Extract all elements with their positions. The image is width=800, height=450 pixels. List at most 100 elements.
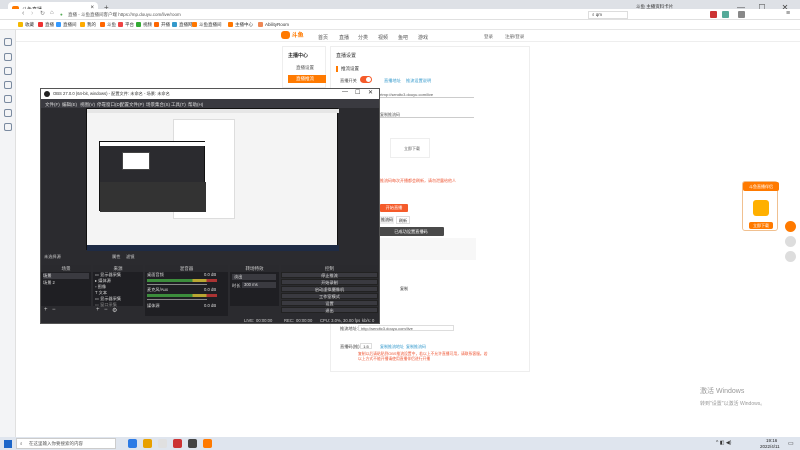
virtual-camera-button[interactable]: 启动虚拟摄像机 <box>281 286 378 292</box>
qr-card-label[interactable]: 立即下载 <box>404 146 420 152</box>
exit-button[interactable]: 退出 <box>281 307 378 313</box>
tray-icons[interactable]: ^ ◧ ◀) <box>716 440 731 446</box>
bookmark-item[interactable]: 收藏 <box>18 21 34 29</box>
home-icon[interactable]: ⌂ <box>50 10 54 16</box>
taskbar-app-icon[interactable] <box>128 439 137 448</box>
mixer-channel-level: 0.0 dB <box>204 272 217 277</box>
bookmark-item[interactable]: AbilityRoom <box>258 21 289 29</box>
studio-mode-button[interactable]: 工作室模式 <box>281 293 378 299</box>
nav-category[interactable]: 分类 <box>358 34 368 41</box>
clock-time[interactable]: 19:16 <box>766 438 777 443</box>
filters-button[interactable]: 滤镜 <box>126 254 134 260</box>
reload-icon[interactable]: ↻ <box>40 10 45 17</box>
remove-source-icon[interactable]: − <box>104 307 108 313</box>
no-source-label: 未选择源 <box>44 254 61 259</box>
bookmark-item[interactable]: 斗鱼直播间 <box>192 21 222 29</box>
bookmark-item[interactable]: 直播网 <box>172 21 193 29</box>
obs-maximize[interactable]: ☐ <box>355 89 360 96</box>
bottom-link-copy-url[interactable]: 复制推流地址 <box>380 344 404 350</box>
scene-item[interactable]: 场景 <box>43 273 89 279</box>
obs-close[interactable]: ✕ <box>368 89 373 96</box>
windows-start-icon[interactable] <box>4 440 12 448</box>
nav-live[interactable]: 直播 <box>339 34 349 41</box>
obs-menu-file[interactable]: 文件(F) <box>45 102 60 108</box>
sidebar-item-stream[interactable]: 直播推流 <box>288 75 326 83</box>
browser-search-box[interactable]: ⌕ qm <box>588 11 628 19</box>
live-toggle[interactable] <box>360 76 372 83</box>
add-source-icon[interactable]: + <box>96 307 100 313</box>
stream-key-hint[interactable]: 复制推流码 <box>380 112 474 118</box>
remove-scene-icon[interactable]: − <box>52 307 56 313</box>
popup-download-button[interactable]: 立即下载 <box>749 222 773 229</box>
nav-video[interactable]: 视频 <box>378 34 388 41</box>
obs-minimize[interactable]: — <box>342 89 348 95</box>
obs-preview[interactable] <box>86 108 339 251</box>
back-icon[interactable]: ‹ <box>22 10 24 17</box>
obs-menu-edit[interactable]: 编辑(E) <box>62 102 77 108</box>
scene-item[interactable]: 场景 2 <box>43 280 89 286</box>
bookmark-item[interactable]: 开播 <box>154 21 170 29</box>
register-link[interactable]: 注册/登录 <box>505 34 524 40</box>
refresh-button[interactable]: 刷新 <box>396 216 410 224</box>
float-btn-2[interactable] <box>785 236 796 247</box>
bottom-rtmp-field[interactable]: http://sendtc3.douyu.com/live <box>358 325 454 331</box>
bottom-code-value[interactable]: 1:5 <box>360 343 372 349</box>
taskbar-search[interactable]: ⌕ 在这里输入你要搜索的内容 <box>16 438 116 449</box>
login-link[interactable]: 登录 <box>484 34 493 40</box>
side-icon-5[interactable] <box>4 95 12 103</box>
bookmark-item[interactable]: 直播 <box>38 21 54 29</box>
live-time: 00:00:00 <box>256 318 273 323</box>
transition-select[interactable]: 淡出 <box>232 274 276 280</box>
taskbar-app-icon[interactable] <box>173 439 182 448</box>
stream-url-field[interactable]: rtmp://sendtc3.douyu.com/live <box>380 92 474 98</box>
douyu-logo[interactable]: 斗鱼 <box>281 31 304 41</box>
bottom-rtmp-label: 推流地址: <box>340 326 358 331</box>
ext-icon-2[interactable] <box>722 11 729 18</box>
address-bar[interactable]: ● 直播 - 斗鱼直播间客户端 https://mp.douyu.com/liv… <box>60 11 560 19</box>
taskbar-app-icon[interactable] <box>158 439 167 448</box>
promo-popup[interactable]: 斗鱼直播伴侣 立即下载 <box>742 181 779 231</box>
clock-date[interactable]: 2022/4/11 <box>760 444 780 449</box>
stop-streaming-button[interactable]: 停止推流 <box>281 272 378 278</box>
add-scene-icon[interactable]: + <box>44 307 48 313</box>
link-stream-help[interactable]: 推流设置说明 <box>406 78 431 84</box>
link-stream-address[interactable]: 直播地址 <box>384 78 401 84</box>
float-btn-3[interactable] <box>785 251 796 262</box>
bookmark-item[interactable]: 斗鱼 <box>100 21 116 29</box>
ext-icon-1[interactable] <box>710 11 717 18</box>
bookmark-item[interactable]: 视频 <box>136 21 152 29</box>
fish-logo-icon <box>281 31 290 40</box>
copy-link[interactable]: 复制 <box>400 286 408 292</box>
volume-slider[interactable] <box>147 284 207 285</box>
side-icon-7[interactable] <box>4 123 12 131</box>
bookmark-item[interactable]: 直播间 <box>56 21 77 29</box>
settings-button[interactable]: 设置 <box>281 300 378 306</box>
bookmark-item[interactable]: 平台 <box>118 21 134 29</box>
taskbar-app-icon[interactable] <box>143 439 152 448</box>
notification-icon[interactable]: ▭ <box>788 440 794 447</box>
side-icon-1[interactable] <box>4 38 12 46</box>
start-live-button[interactable]: 开始直播 <box>380 204 408 212</box>
source-settings-icon[interactable]: ⚙ <box>112 307 117 314</box>
bookmark-item[interactable]: 主播中心 <box>228 21 253 29</box>
float-btn-1[interactable] <box>785 221 796 232</box>
side-icon-6[interactable] <box>4 109 12 117</box>
taskbar-app-icon[interactable] <box>188 439 197 448</box>
menu-icon[interactable]: ≡ <box>786 10 790 17</box>
side-icon-2[interactable] <box>4 53 12 61</box>
forward-icon[interactable]: › <box>31 10 33 17</box>
bookmark-item[interactable]: 我的 <box>80 21 96 29</box>
nav-yuba[interactable]: 鱼吧 <box>398 34 408 41</box>
sidebar-item-settings[interactable]: 直播设置 <box>288 64 326 72</box>
start-recording-button[interactable]: 开始录制 <box>281 279 378 285</box>
side-icon-3[interactable] <box>4 67 12 75</box>
bottom-link-copy-code[interactable]: 复制推流码 <box>406 344 426 350</box>
transition-duration-field[interactable]: 300 ms <box>242 282 276 288</box>
ext-icon-3[interactable] <box>738 11 745 18</box>
taskbar-app-icon[interactable] <box>203 439 212 448</box>
properties-button[interactable]: 属性 <box>112 254 120 260</box>
volume-slider[interactable] <box>147 299 207 300</box>
nav-game[interactable]: 游戏 <box>418 34 428 41</box>
nav-home[interactable]: 首页 <box>318 34 328 41</box>
side-icon-4[interactable] <box>4 81 12 89</box>
